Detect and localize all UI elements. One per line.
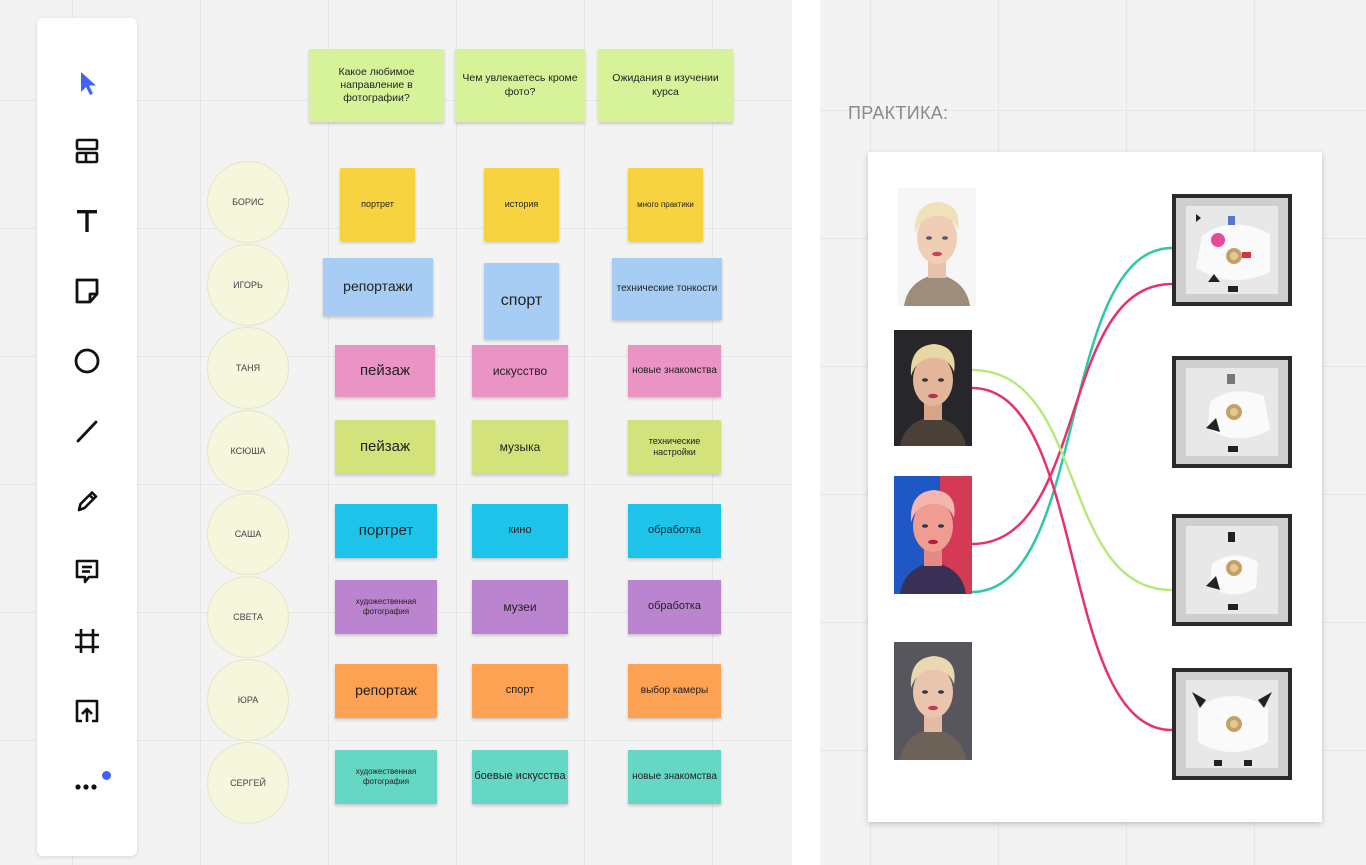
sticky-note-text: технические настройки [648,435,701,457]
header-note-text: Ожидания в изучении курса [612,72,719,98]
sticky-note-text: пейзаж [359,361,411,379]
sticky-note[interactable]: новые знакомства [628,345,721,397]
sticky-note-text: спорт [505,684,535,697]
text-icon[interactable] [67,201,107,241]
templates-icon[interactable] [67,131,107,171]
sticky-note[interactable]: репортажи [323,258,433,316]
sticky-note[interactable]: много практики [628,168,703,241]
participant-name: КСЮША [230,446,266,456]
sticky-note[interactable]: музыка [472,420,568,474]
sticky-note-text: пейзаж [359,437,411,455]
participant-name: ЮРА [237,695,259,705]
sticky-note[interactable]: обработка [628,580,721,634]
frame-icon[interactable] [67,621,107,661]
more-icon[interactable] [67,761,107,801]
sticky-note[interactable]: репортаж [335,664,437,718]
sticky-note-text: портрет [361,198,394,209]
shape-circle-icon[interactable] [67,341,107,381]
sticky-note[interactable]: история [484,168,559,241]
upload-icon[interactable] [67,691,107,731]
sticky-note-text: репортаж [355,682,417,699]
sticky-note-text: искусство [492,363,548,378]
sticky-note[interactable]: искусство [472,345,568,397]
participant-name: ТАНЯ [235,363,261,373]
participant-name: СВЕТА [233,612,263,622]
participant-circle[interactable]: СЕРГЕЙ [207,742,289,824]
sticky-note-text: технические тонкости [616,282,718,294]
sticky-note[interactable]: портрет [340,168,415,241]
sticky-note-text: обработка [647,600,702,613]
sticky-note-text: история [504,198,539,209]
sticky-note[interactable]: художественная фотография [335,750,437,804]
practice-title: ПРАКТИКА: [848,103,949,123]
sticky-note-text: много практики [637,199,694,209]
sticky-note-text: боевые искусства [474,770,566,783]
sticky-note-text: художественная фотография [355,767,417,786]
sticky-note[interactable]: обработка [628,504,721,558]
sticky-note[interactable]: технические тонкости [612,258,722,320]
participant-name: САША [234,529,262,539]
sticky-note-icon[interactable] [67,271,107,311]
participant-name: БОРИС [232,197,264,207]
participant-circle[interactable]: ЮРА [207,659,289,741]
comment-icon[interactable] [67,551,107,591]
sticky-note[interactable]: музеи [472,580,568,634]
sticky-note-text: музеи [503,599,537,614]
notification-dot [102,771,111,780]
sticky-note[interactable]: художественная фотография [335,580,437,634]
sticky-note[interactable]: боевые искусства [472,750,568,804]
sticky-note-text: спорт [500,292,543,309]
line-icon[interactable] [67,411,107,451]
participant-circle[interactable]: СВЕТА [207,576,289,658]
sticky-note-text: портрет [358,521,414,539]
sticky-note[interactable]: новые знакомства [628,750,721,804]
header-note-hobbies[interactable]: Чем увлекаетесь кроме фото? [455,49,585,122]
connector-lines [971,246,1173,732]
participant-circle[interactable]: БОРИС [207,161,289,243]
sticky-note[interactable]: кино [472,504,568,558]
participant-name: СЕРГЕЙ [230,778,266,788]
sticky-note[interactable]: пейзаж [335,420,435,474]
header-note-text: Какое любимое направление в фотографии? [338,65,415,105]
sticky-note[interactable]: спорт [472,664,568,718]
participant-circle[interactable]: ТАНЯ [207,327,289,409]
sticky-note-text: художественная фотография [355,597,417,616]
connector-line[interactable] [971,282,1173,546]
sticky-note[interactable]: пейзаж [335,345,435,397]
connector-line[interactable] [971,386,1173,732]
participant-circle[interactable]: САША [207,493,289,575]
sticky-note-text: обработка [647,524,702,537]
header-note-text: Чем увлекаетесь кроме фото? [462,72,578,98]
pen-icon[interactable] [67,481,107,521]
sticky-note-text: музыка [499,439,541,454]
board-divider [792,0,820,865]
sticky-note-text: кино [508,524,532,537]
participant-circle[interactable]: ИГОРЬ [207,244,289,326]
sticky-note[interactable]: технические настройки [628,420,721,474]
sticky-note[interactable]: портрет [335,504,437,558]
participant-name: ИГОРЬ [233,280,263,290]
participant-circle[interactable]: КСЮША [207,410,289,492]
practice-board[interactable] [868,152,1322,822]
sticky-note[interactable]: выбор камеры [628,664,721,718]
sticky-note-text: новые знакомства [632,364,717,376]
left-toolbar [37,18,137,856]
sticky-note-text: выбор камеры [640,684,709,696]
sticky-note-text: репортажи [343,278,413,295]
sticky-note-text: новые знакомства [632,770,717,782]
sticky-note[interactable]: спорт [484,263,559,339]
select-cursor-icon[interactable] [67,62,107,102]
header-note-direction[interactable]: Какое любимое направление в фотографии? [309,49,444,122]
header-note-expectations[interactable]: Ожидания в изучении курса [598,49,733,122]
